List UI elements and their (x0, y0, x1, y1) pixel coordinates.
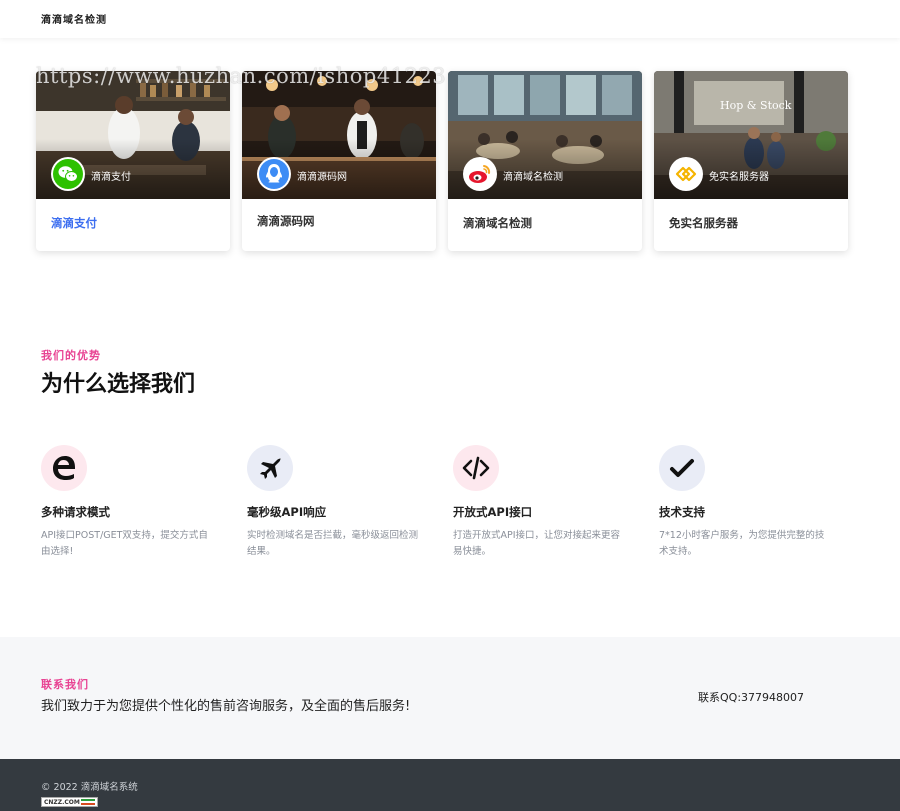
feature-desc: 实时检测域名是否拦截，毫秒级返回检测结果。 (247, 530, 419, 557)
service-card-source[interactable]: 滴滴源码网 滴滴源码网 (242, 71, 436, 251)
cnzz-badge-label: CNZZ.COM (44, 798, 80, 806)
contact-subtitle: 联系我们 (41, 678, 89, 691)
site-logo[interactable]: 滴滴域名检测 (41, 11, 107, 26)
card-image-label: 滴滴域名检测 (503, 172, 563, 183)
card-image-label: 滴滴支付 (91, 172, 131, 183)
feature-title: 开放式API接口 (453, 505, 533, 519)
contact-section: 联系我们 我们致力于为您提供个性化的售前咨询服务，及全面的售后服务! 联系QQ:… (0, 637, 900, 759)
contact-qq[interactable]: 联系QQ:377948007 (698, 689, 804, 705)
cnzz-flag-icon (81, 799, 95, 805)
card-image-label: 免实名服务器 (709, 172, 769, 183)
feature-title: 毫秒级API响应 (247, 505, 327, 519)
card-image-label: 滴滴源码网 (297, 172, 347, 183)
service-card-server[interactable]: Hop & Stock 免实名服务器 免实名服务器 (654, 71, 848, 251)
feature-desc: API接口POST/GET双支持，提交方式自由选择! (41, 530, 208, 557)
feature-item: 技术支持 7*12小时客户服务，为您提供完整的技术支持。 (659, 445, 839, 560)
wechat-icon (51, 157, 85, 191)
edge-icon (41, 445, 87, 491)
advantages-subtitle: 我们的优势 (41, 349, 101, 362)
check-icon (659, 445, 705, 491)
link-icon (669, 157, 703, 191)
copyright: © 2022 滴滴域名系统 (41, 782, 138, 793)
site-footer: © 2022 滴滴域名系统 CNZZ.COM (0, 759, 900, 811)
qq-icon (257, 157, 291, 191)
feature-item: 毫秒级API响应 实时检测域名是否拦截，毫秒级返回检测结果。 (247, 445, 427, 560)
card-title[interactable]: 滴滴源码网 (257, 213, 315, 229)
feature-desc: 打造开放式API接口，让您对接起来更容易快捷。 (453, 530, 621, 557)
svg-text:Hop & Stock: Hop & Stock (720, 99, 792, 112)
advantages-title: 为什么选择我们 (41, 372, 196, 397)
feature-title: 技术支持 (659, 505, 705, 519)
feature-item: 多种请求模式 API接口POST/GET双支持，提交方式自由选择! (41, 445, 221, 560)
feature-item: 开放式API接口 打造开放式API接口，让您对接起来更容易快捷。 (453, 445, 633, 560)
service-card-domain[interactable]: 滴滴域名检测 滴滴域名检测 (448, 71, 642, 251)
weibo-icon (463, 157, 497, 191)
contact-text: 我们致力于为您提供个性化的售前咨询服务，及全面的售后服务! (41, 699, 411, 714)
plane-icon (247, 445, 293, 491)
card-title[interactable]: 滴滴域名检测 (463, 215, 532, 231)
service-card-pay[interactable]: 滴滴支付 滴滴支付 (36, 71, 230, 251)
site-header: 滴滴域名检测 (0, 0, 900, 38)
service-cards: 滴滴支付 滴滴支付 滴滴源码网 滴滴源码网 滴滴域名检测 滴滴域名检测 Hop … (36, 71, 849, 251)
code-icon (453, 445, 499, 491)
feature-desc: 7*12小时客户服务，为您提供完整的技术支持。 (659, 530, 825, 557)
cnzz-badge[interactable]: CNZZ.COM (41, 797, 98, 807)
card-title[interactable]: 免实名服务器 (669, 215, 738, 231)
card-title[interactable]: 滴滴支付 (51, 215, 97, 231)
feature-title: 多种请求模式 (41, 505, 110, 519)
